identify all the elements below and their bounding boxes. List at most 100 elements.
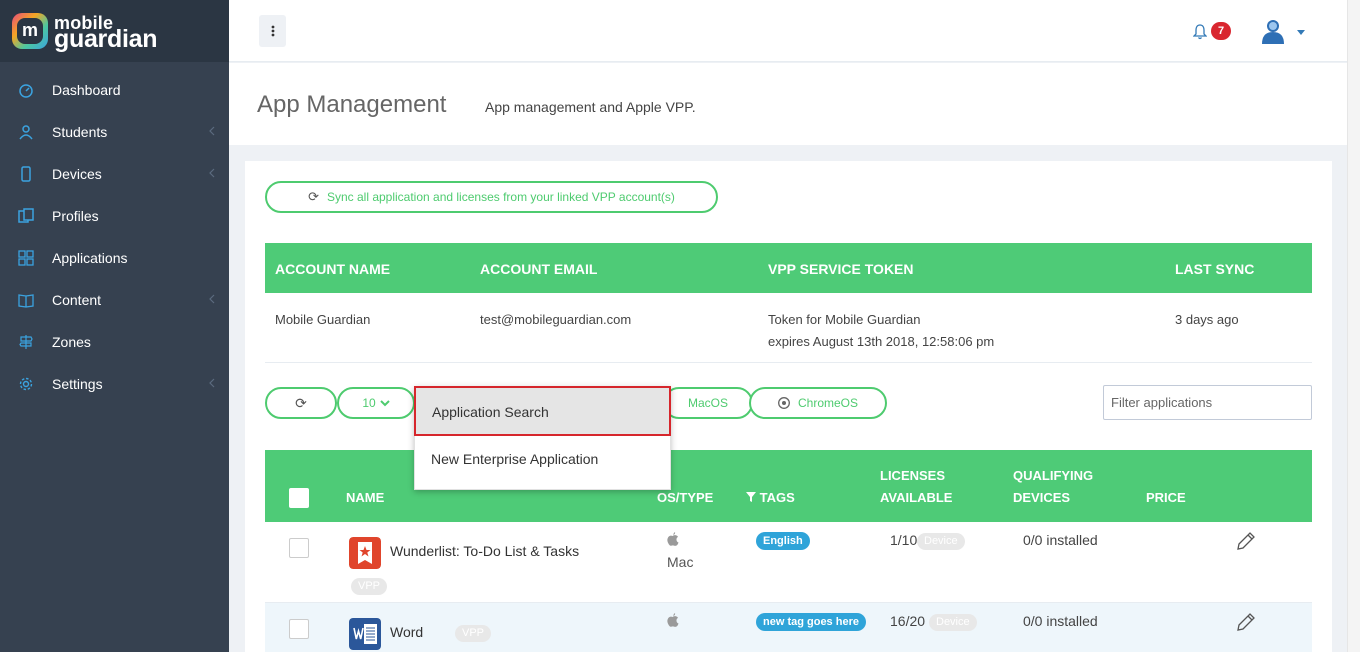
col-licenses-l1: LICENSES: [880, 468, 946, 483]
notifications-button[interactable]: [1192, 24, 1208, 45]
page-title: App Management: [257, 91, 447, 118]
sidebar-item-profiles[interactable]: Profiles: [0, 195, 229, 237]
sidebar-item-settings[interactable]: Settings: [0, 363, 229, 405]
add-application-dropdown: Application Search New Enterprise Applic…: [414, 386, 671, 490]
sidebar-item-label: Applications: [52, 250, 128, 266]
user-menu-caret-icon[interactable]: [1297, 30, 1305, 35]
user-avatar-icon[interactable]: [1260, 18, 1286, 44]
chevron-left-icon: [209, 126, 215, 136]
col-qualifying-l1: QUALIFYING: [1013, 468, 1094, 483]
row-checkbox[interactable]: [289, 619, 309, 639]
students-icon: [19, 125, 33, 140]
vpp-token-line2: expires August 13th 2018, 12:58:06 pm: [768, 334, 995, 349]
refresh-button[interactable]: ⟳: [265, 387, 337, 419]
page-scrollbar[interactable]: [1347, 0, 1360, 652]
bell-icon: [1192, 24, 1208, 40]
app-name[interactable]: Word: [390, 624, 423, 640]
sidebar-item-zones[interactable]: Zones: [0, 321, 229, 363]
sidebar-item-label: Devices: [52, 166, 102, 182]
profiles-icon: [18, 208, 34, 223]
page-subtitle: App management and Apple VPP.: [485, 99, 696, 115]
main-panel: ⟳ Sync all application and licenses from…: [245, 161, 1332, 652]
sidebar: m mobile guardian Dashboard Students Dev…: [0, 0, 229, 652]
logo[interactable]: m mobile guardian: [0, 0, 229, 62]
col-tags[interactable]: TAGS: [746, 487, 795, 509]
account-row: Mobile Guardian test@mobileguardian.com …: [265, 293, 1312, 363]
sidebar-toggle-button[interactable]: [259, 15, 286, 47]
wunderlist-app-icon: [349, 537, 381, 569]
vpp-token-line1: Token for Mobile Guardian: [768, 312, 921, 327]
chevron-left-icon: [209, 168, 215, 178]
col-licenses-l2: AVAILABLE: [880, 490, 953, 505]
app-name[interactable]: Wunderlist: To-Do List & Tasks: [390, 543, 579, 559]
vpp-badge: VPP: [455, 625, 492, 642]
row-checkbox[interactable]: [289, 538, 309, 558]
licenses-available: 16/20: [890, 613, 926, 629]
filter-chromeos-button[interactable]: ChromeOS: [749, 387, 887, 419]
col-account-name: ACCOUNT NAME: [275, 261, 391, 277]
logo-mark: m: [12, 13, 48, 49]
page-size-value: 10: [362, 396, 376, 410]
page-size-select[interactable]: 10: [337, 387, 415, 419]
menu-item-new-enterprise-application[interactable]: New Enterprise Application: [415, 435, 670, 483]
table-row: Wunderlist: To-Do List & Tasks VPP Mac E…: [265, 522, 1312, 603]
sidebar-item-label: Zones: [52, 334, 91, 350]
sidebar-item-content[interactable]: Content: [0, 279, 229, 321]
edit-pencil-icon[interactable]: [1235, 612, 1256, 633]
kebab-menu-icon: [271, 25, 274, 37]
accounts-table-header: ACCOUNT NAME ACCOUNT EMAIL VPP SERVICE T…: [265, 243, 1312, 293]
chevron-down-icon: [379, 399, 390, 406]
col-os: OS/TYPE: [657, 490, 714, 505]
license-type-badge: Device: [917, 533, 965, 550]
col-last-sync: LAST SYNC: [1175, 261, 1255, 277]
filter-icon: [746, 492, 756, 502]
top-header: 7: [229, 0, 1347, 62]
col-name: NAME: [346, 490, 385, 505]
table-row: Word VPP new tag goes here 16/20 Device …: [265, 603, 1312, 652]
device-icon: [21, 166, 31, 182]
vpp-badge: VPP: [351, 578, 388, 595]
sidebar-item-devices[interactable]: Devices: [0, 153, 229, 195]
signpost-icon: [19, 335, 33, 349]
tag-badge[interactable]: English: [756, 532, 810, 550]
apple-icon: [667, 613, 679, 630]
last-sync: 3 days ago: [1175, 312, 1239, 327]
filter-applications-input[interactable]: [1103, 385, 1312, 420]
sidebar-item-label: Students: [52, 124, 108, 140]
sidebar-item-students[interactable]: Students: [0, 111, 229, 153]
refresh-icon: ⟳: [295, 394, 307, 411]
sidebar-item-label: Settings: [52, 376, 103, 392]
col-price: PRICE: [1146, 490, 1186, 505]
os-type: Mac: [667, 554, 694, 570]
gear-icon: [19, 377, 33, 391]
chevron-left-icon: [209, 294, 215, 304]
sidebar-item-label: Dashboard: [52, 82, 121, 98]
chevron-left-icon: [209, 378, 215, 388]
chromeos-label: ChromeOS: [797, 396, 859, 410]
page-title-bar: App Management App management and Apple …: [229, 63, 1347, 145]
sidebar-item-dashboard[interactable]: Dashboard: [0, 69, 229, 111]
vpp-token: Token for Mobile Guardian expires August…: [768, 309, 994, 353]
sync-vpp-label: Sync all application and licenses from y…: [326, 190, 675, 204]
dashboard-icon: [19, 84, 33, 98]
select-all-checkbox[interactable]: [289, 488, 309, 508]
filter-macos-button[interactable]: MacOS: [663, 387, 753, 419]
qualifying-devices: 0/0 installed: [1023, 613, 1098, 629]
col-qualifying-l2: DEVICES: [1013, 490, 1071, 505]
account-name: Mobile Guardian: [275, 312, 371, 327]
sidebar-nav: Dashboard Students Devices Profiles Appl…: [0, 69, 229, 405]
sidebar-item-label: Profiles: [52, 208, 99, 224]
menu-item-application-search[interactable]: Application Search: [414, 386, 671, 436]
license-type-badge: Device: [929, 614, 977, 631]
tag-badge[interactable]: new tag goes here: [756, 613, 866, 631]
word-app-icon: [349, 618, 381, 650]
applications-icon: [18, 250, 34, 266]
sidebar-item-applications[interactable]: Applications: [0, 237, 229, 279]
apple-icon: [667, 532, 679, 549]
chrome-icon: [778, 397, 790, 409]
sync-vpp-button[interactable]: ⟳ Sync all application and licenses from…: [265, 181, 718, 213]
edit-pencil-icon[interactable]: [1235, 531, 1256, 552]
account-email: test@mobileguardian.com: [480, 312, 632, 327]
col-vpp-token: VPP SERVICE TOKEN: [768, 261, 914, 277]
refresh-icon: ⟳: [308, 189, 319, 204]
